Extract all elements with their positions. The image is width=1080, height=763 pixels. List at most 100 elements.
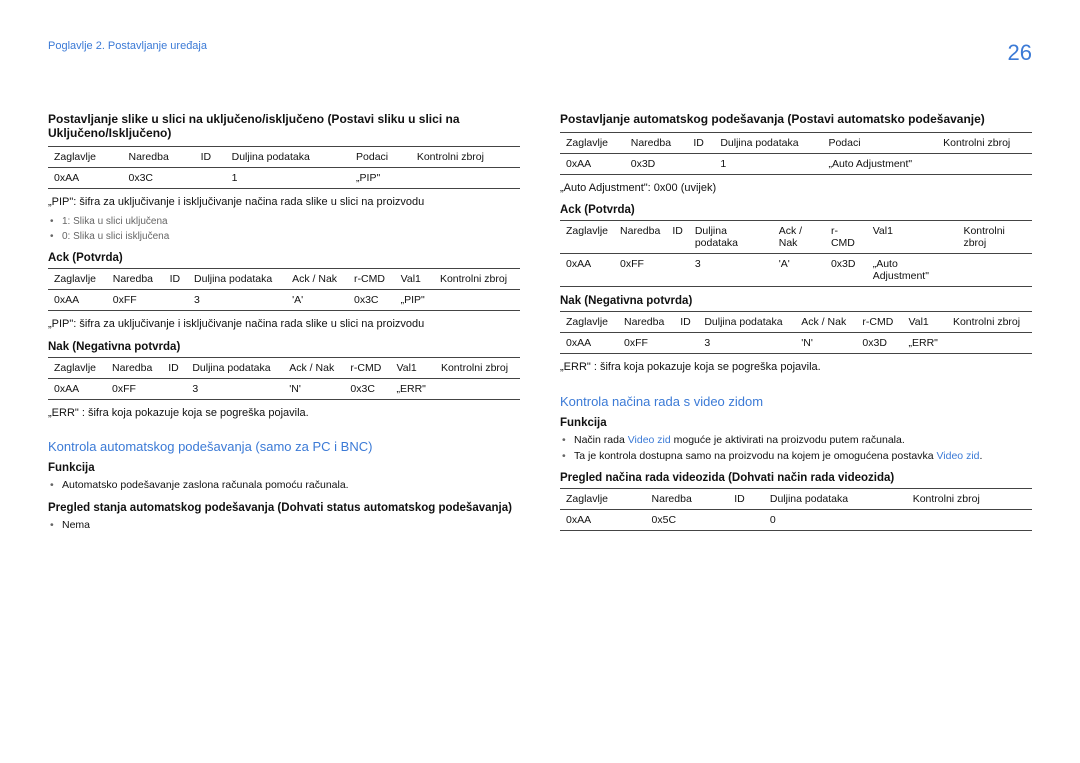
subheading-ack: Ack (Potvrda)	[560, 204, 1032, 216]
list-item: Način rada Video zid moguće je aktivirat…	[560, 433, 1032, 449]
th: Duljina podataka	[689, 221, 773, 254]
th: Naredba	[123, 147, 195, 168]
th: ID	[164, 269, 188, 290]
td: 0x5C	[646, 510, 729, 531]
td	[728, 510, 764, 531]
td: 0	[764, 510, 907, 531]
td	[947, 333, 1032, 354]
th: Duljina podataka	[764, 489, 907, 510]
td	[674, 333, 698, 354]
td: 1	[714, 154, 822, 175]
th: Ack / Nak	[795, 312, 856, 333]
subheading-funkcija: Funkcija	[560, 417, 1032, 429]
th: r-CMD	[856, 312, 902, 333]
list-item: Automatsko podešavanje zaslona računala …	[48, 478, 520, 494]
td	[666, 254, 689, 287]
td: 1	[226, 168, 350, 189]
th: Zaglavlje	[560, 221, 614, 254]
section-heading: Postavljanje automatskog podešavanja (Po…	[560, 112, 1032, 126]
th: Podaci	[822, 133, 937, 154]
td	[434, 290, 520, 311]
th: Zaglavlje	[48, 269, 107, 290]
th: Naredba	[107, 269, 164, 290]
th: Kontrolni zbroj	[435, 357, 520, 378]
td	[435, 378, 520, 399]
th: Duljina podataka	[186, 357, 283, 378]
td: 0x3D	[856, 333, 902, 354]
th: Duljina podataka	[698, 312, 795, 333]
td: 'N'	[795, 333, 856, 354]
th: Zaglavlje	[560, 489, 646, 510]
list-item: Nema	[48, 518, 520, 534]
th: r-CMD	[348, 269, 395, 290]
td	[937, 154, 1032, 175]
td	[957, 254, 1032, 287]
td: 0xFF	[106, 378, 162, 399]
td: 3	[698, 333, 795, 354]
td: „ERR"	[903, 333, 947, 354]
page-number: 26	[1008, 40, 1032, 66]
td: „ERR"	[391, 378, 435, 399]
th: ID	[162, 357, 186, 378]
chapter-label: Poglavlje 2. Postavljanje uređaja	[48, 40, 207, 52]
th: Naredba	[614, 221, 666, 254]
bullet-list: Nema	[48, 518, 520, 534]
command-table: Zaglavlje Naredba ID Duljina podataka Po…	[560, 132, 1032, 175]
th: Ack / Nak	[773, 221, 825, 254]
th: ID	[728, 489, 764, 510]
td: 0xAA	[560, 154, 625, 175]
th: Zaglavlje	[48, 357, 106, 378]
th: Naredba	[618, 312, 674, 333]
subheading-nak: Nak (Negativna potvrda)	[48, 341, 520, 353]
th: Ack / Nak	[283, 357, 344, 378]
th: ID	[666, 221, 689, 254]
bullet-list: Automatsko podešavanje zaslona računala …	[48, 478, 520, 494]
note: „PIP": šifra za uključivanje i isključiv…	[48, 195, 520, 210]
note: „ERR" : šifra koja pokazuje koja se pogr…	[560, 360, 1032, 375]
section-title: Kontrola automatskog podešavanja (samo z…	[48, 439, 520, 454]
subheading: Pregled načina rada videozida (Dohvati n…	[560, 472, 1032, 484]
th: Val1	[903, 312, 947, 333]
list-item: 0: Slika u slici isključena	[48, 229, 520, 244]
ack-table: Zaglavlje Naredba ID Duljina podataka Ac…	[48, 268, 520, 311]
th: Naredba	[625, 133, 688, 154]
td: 0xAA	[48, 168, 123, 189]
text: Način rada	[574, 434, 628, 446]
subheading: Pregled stanja automatskog podešavanja (…	[48, 502, 520, 514]
subheading-nak: Nak (Negativna potvrda)	[560, 295, 1032, 307]
td: „PIP"	[395, 290, 434, 311]
td: 0x3D	[825, 254, 867, 287]
th: Kontrolni zbroj	[957, 221, 1032, 254]
td: „PIP"	[350, 168, 411, 189]
th: Zaglavlje	[560, 133, 625, 154]
td: „Auto Adjustment"	[867, 254, 958, 287]
td: 0x3C	[348, 290, 395, 311]
th: Kontrolni zbroj	[937, 133, 1032, 154]
th: Duljina podataka	[714, 133, 822, 154]
th: r-CMD	[825, 221, 867, 254]
td	[164, 290, 188, 311]
command-table: Zaglavlje Naredba ID Duljina podataka Ko…	[560, 488, 1032, 531]
page-header: Poglavlje 2. Postavljanje uređaja 26	[48, 40, 1032, 66]
th: Kontrolni zbroj	[434, 269, 520, 290]
td	[195, 168, 226, 189]
td	[162, 378, 186, 399]
td	[411, 168, 520, 189]
td: 0xAA	[48, 378, 106, 399]
th: ID	[687, 133, 714, 154]
td: 0xAA	[560, 333, 618, 354]
inline-link: Video zid	[936, 450, 979, 462]
td: 'A'	[286, 290, 348, 311]
command-table: Zaglavlje Naredba ID Duljina podataka Po…	[48, 146, 520, 189]
td: 0xAA	[560, 254, 614, 287]
note: „ERR" : šifra koja pokazuje koja se pogr…	[48, 406, 520, 421]
td: 'N'	[283, 378, 344, 399]
th: Val1	[391, 357, 435, 378]
td: 3	[186, 378, 283, 399]
section-heading: Postavljanje slike u slici na uključeno/…	[48, 112, 520, 140]
inline-link: Video zid	[628, 434, 671, 446]
section-title: Kontrola načina rada s video zidom	[560, 394, 1032, 409]
td: 3	[689, 254, 773, 287]
td: 0x3D	[625, 154, 688, 175]
th: Duljina podataka	[226, 147, 350, 168]
